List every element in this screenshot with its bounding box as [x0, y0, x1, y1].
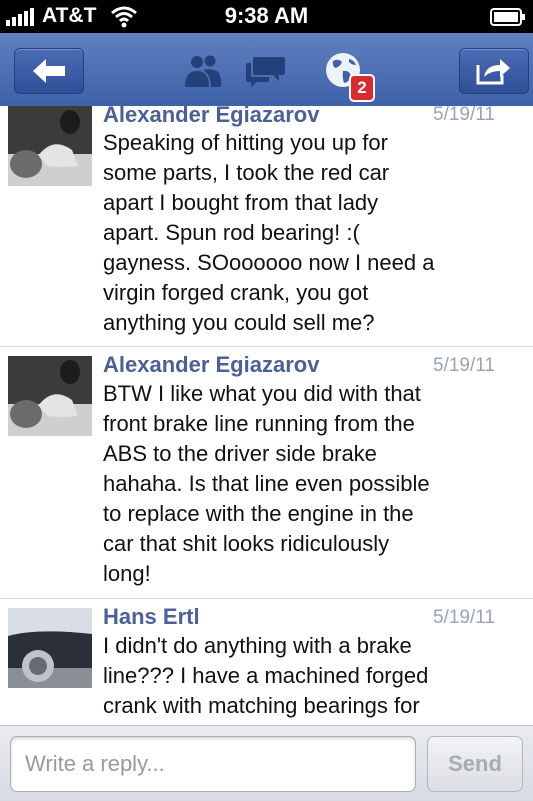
- status-bar: AT&T 9:38 AM: [0, 0, 533, 33]
- message-line: Speaking of hitting you up for: [103, 130, 388, 155]
- reply-input[interactable]: Write a reply...: [10, 736, 416, 792]
- avatar[interactable]: [8, 608, 92, 688]
- thread-message: Alexander Egiazarov 5/19/11 Speaking of …: [0, 106, 533, 347]
- message-line: I didn't do anything with a brake: [103, 633, 412, 658]
- message-line: crank with matching bearings for: [103, 693, 420, 718]
- message-line: to replace with the engine in the: [103, 501, 414, 526]
- message-line: long!: [103, 561, 151, 586]
- message-body: I didn't do anything with a brake line??…: [103, 631, 483, 721]
- message-line: hahaha. Is that line even possible: [103, 471, 430, 496]
- reply-placeholder: Write a reply...: [25, 751, 165, 776]
- friend-requests-icon[interactable]: [183, 53, 223, 89]
- message-author[interactable]: Alexander Egiazarov: [103, 106, 319, 128]
- share-icon: [476, 59, 510, 85]
- notification-badge: 2: [349, 74, 375, 102]
- message-line: car that shit looks ridiculously: [103, 531, 390, 556]
- avatar[interactable]: [8, 356, 92, 436]
- message-date: 5/19/11: [433, 607, 495, 628]
- message-author[interactable]: Hans Ertl: [103, 604, 200, 630]
- message-line: line??? I have a machined forged: [103, 663, 429, 688]
- message-line: apart. Spun rod bearing! :(: [103, 220, 360, 245]
- avatar[interactable]: [8, 106, 92, 186]
- message-line: BTW I like what you did with that: [103, 381, 421, 406]
- battery-icon: [490, 8, 525, 26]
- share-button[interactable]: [459, 48, 529, 94]
- message-line: some parts, I took the red car: [103, 160, 390, 185]
- message-line: virgin forged crank, you got: [103, 280, 369, 305]
- message-thread[interactable]: Alexander Egiazarov 5/19/11 Speaking of …: [0, 106, 533, 725]
- message-line: front brake line running from the: [103, 411, 415, 436]
- messages-icon[interactable]: [245, 53, 287, 89]
- back-arrow-icon: [33, 59, 65, 83]
- nav-bar: 2: [0, 33, 533, 107]
- send-button[interactable]: Send: [427, 736, 523, 792]
- message-line: apart I bought from that lady: [103, 190, 379, 215]
- message-body: BTW I like what you did with that front …: [103, 379, 483, 589]
- message-date: 5/19/11: [433, 355, 495, 376]
- back-button[interactable]: [14, 48, 84, 94]
- clock-time: 9:38 AM: [224, 3, 309, 28]
- message-date: 5/19/11: [433, 106, 495, 125]
- message-line: gayness. SOoooooo now I need a: [103, 250, 435, 275]
- thread-message: Alexander Egiazarov 5/19/11 BTW I like w…: [0, 346, 533, 599]
- message-line: anything you could sell me?: [103, 310, 375, 335]
- message-line: ABS to the driver side brake: [103, 441, 377, 466]
- message-body: Speaking of hitting you up for some part…: [103, 128, 483, 338]
- reply-bar: Write a reply... Send: [0, 725, 533, 801]
- thread-message: Hans Ertl 5/19/11 I didn't do anything w…: [0, 598, 533, 725]
- message-author[interactable]: Alexander Egiazarov: [103, 352, 319, 378]
